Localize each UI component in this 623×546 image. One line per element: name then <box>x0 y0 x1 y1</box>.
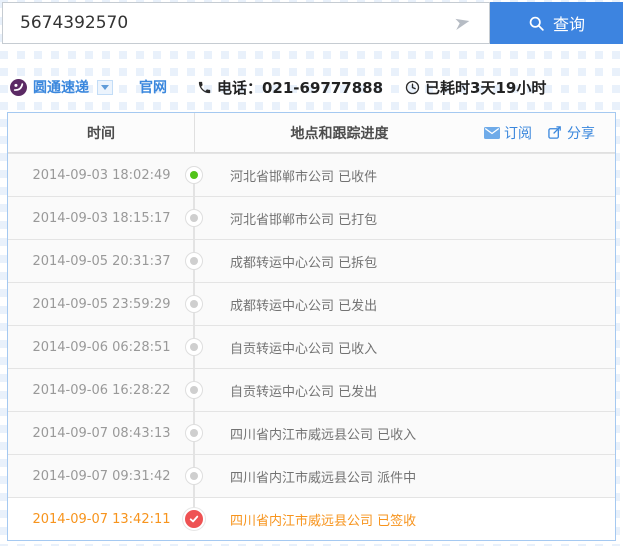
share-icon <box>548 126 561 139</box>
row-time: 2014-09-06 06:28:51 <box>32 339 171 355</box>
table-row[interactable]: 2014-09-03 18:15:17 河北省邯郸市公司 已打包 <box>8 196 615 239</box>
row-time: 2014-09-07 08:43:13 <box>32 425 171 441</box>
elapsed-group: 已耗时3天19小时 <box>405 77 546 98</box>
share-link[interactable]: 分享 <box>548 123 595 143</box>
table-row[interactable]: 2014-09-06 06:28:51 自贡转运中心公司 已收入 <box>8 325 615 368</box>
table-row[interactable]: 2014-09-05 20:31:37 成都转运中心公司 已拆包 <box>8 239 615 282</box>
timeline-dot <box>185 467 203 485</box>
courier-logo-icon <box>10 78 27 96</box>
query-button[interactable]: 查询 <box>490 2 623 44</box>
row-status: 四川省内江市威远县公司 已收入 <box>230 427 417 443</box>
row-time: 2014-09-06 16:28:22 <box>32 382 171 398</box>
row-time: 2014-09-03 18:02:49 <box>32 167 171 183</box>
timeline-dot <box>185 209 203 227</box>
table-row[interactable]: 2014-09-05 23:59:29 成都转运中心公司 已发出 <box>8 282 615 325</box>
row-status: 河北省邯郸市公司 已打包 <box>230 212 378 228</box>
courier-name-link[interactable]: 圆通速递 <box>33 77 89 97</box>
timeline-dot-inner <box>190 257 198 265</box>
phone-group: 电话：021-69777888 <box>197 77 383 98</box>
timeline-dot <box>185 252 203 270</box>
row-status: 四川省内江市威远县公司 已签收 <box>230 513 417 529</box>
official-website-link[interactable]: 官网 <box>139 77 167 97</box>
clock-icon <box>405 80 420 94</box>
progress-column-header: 地点和跟踪进度 订阅 分享 <box>195 113 615 152</box>
row-time: 2014-09-05 23:59:29 <box>32 296 171 312</box>
row-time: 2014-09-07 09:31:42 <box>32 468 171 484</box>
timeline-dot <box>185 295 203 313</box>
timeline-dot <box>185 338 203 356</box>
row-status: 河北省邯郸市公司 已收件 <box>230 169 378 185</box>
chevron-down-icon <box>101 84 109 90</box>
table-row[interactable]: 2014-09-03 18:02:49 河北省邯郸市公司 已收件 <box>8 153 615 196</box>
search-icon <box>529 16 544 31</box>
tracking-number-input[interactable] <box>2 2 490 44</box>
timeline-dot-inner <box>190 171 198 179</box>
row-status: 成都转运中心公司 已拆包 <box>230 255 378 271</box>
timeline-dot <box>183 508 205 530</box>
header-actions: 订阅 分享 <box>484 123 615 143</box>
query-button-label: 查询 <box>552 15 585 34</box>
send-icon[interactable] <box>453 14 472 33</box>
phone-number: 电话：021-69777888 <box>217 78 384 97</box>
search-bar: 查询 <box>2 2 623 44</box>
row-status: 四川省内江市威远县公司 派件中 <box>230 470 417 486</box>
tracking-table: 时间 地点和跟踪进度 订阅 分享 2014-09-03 18:02:49 河北省… <box>7 112 616 541</box>
subscribe-label: 订阅 <box>504 125 532 142</box>
table-row[interactable]: 2014-09-06 16:28:22 自贡转运中心公司 已发出 <box>8 368 615 411</box>
check-icon <box>189 515 199 523</box>
table-row[interactable]: 2014-09-07 09:31:42 四川省内江市威远县公司 派件中 <box>8 454 615 497</box>
timeline-dot <box>185 381 203 399</box>
timeline-dot-inner <box>190 472 198 480</box>
table-row[interactable]: 2014-09-07 08:43:13 四川省内江市威远县公司 已收入 <box>8 411 615 454</box>
timeline-dot-inner <box>190 300 198 308</box>
elapsed-time: 已耗时3天19小时 <box>425 78 547 97</box>
progress-header-label: 地点和跟踪进度 <box>290 125 389 142</box>
timeline-dot-inner <box>190 214 198 222</box>
timeline-dot-inner <box>190 429 198 437</box>
envelope-icon <box>484 126 500 139</box>
row-time: 2014-09-07 13:42:11 <box>32 511 171 527</box>
timeline-dot-inner <box>190 386 198 394</box>
table-header: 时间 地点和跟踪进度 订阅 分享 <box>8 113 615 153</box>
row-time: 2014-09-05 20:31:37 <box>32 253 171 269</box>
time-column-header: 时间 <box>8 113 195 152</box>
share-label: 分享 <box>567 125 595 142</box>
table-row[interactable]: 2014-09-07 13:42:11 四川省内江市威远县公司 已签收 <box>8 497 615 540</box>
timeline-dot-inner <box>190 343 198 351</box>
row-status: 自贡转运中心公司 已发出 <box>230 384 378 400</box>
courier-info-bar: 圆通速递 官网 电话：021-69777888 已耗时3天19小时 <box>10 72 546 102</box>
phone-icon <box>198 81 211 93</box>
row-time: 2014-09-03 18:15:17 <box>32 210 171 226</box>
table-body: 2014-09-03 18:02:49 河北省邯郸市公司 已收件 2014-09… <box>8 153 615 540</box>
row-status: 成都转运中心公司 已发出 <box>230 298 378 314</box>
timeline-dot <box>185 424 203 442</box>
row-status: 自贡转运中心公司 已收入 <box>230 341 378 357</box>
timeline-dot <box>185 166 203 184</box>
subscribe-link[interactable]: 订阅 <box>484 123 532 143</box>
courier-dropdown-toggle[interactable] <box>97 79 113 95</box>
